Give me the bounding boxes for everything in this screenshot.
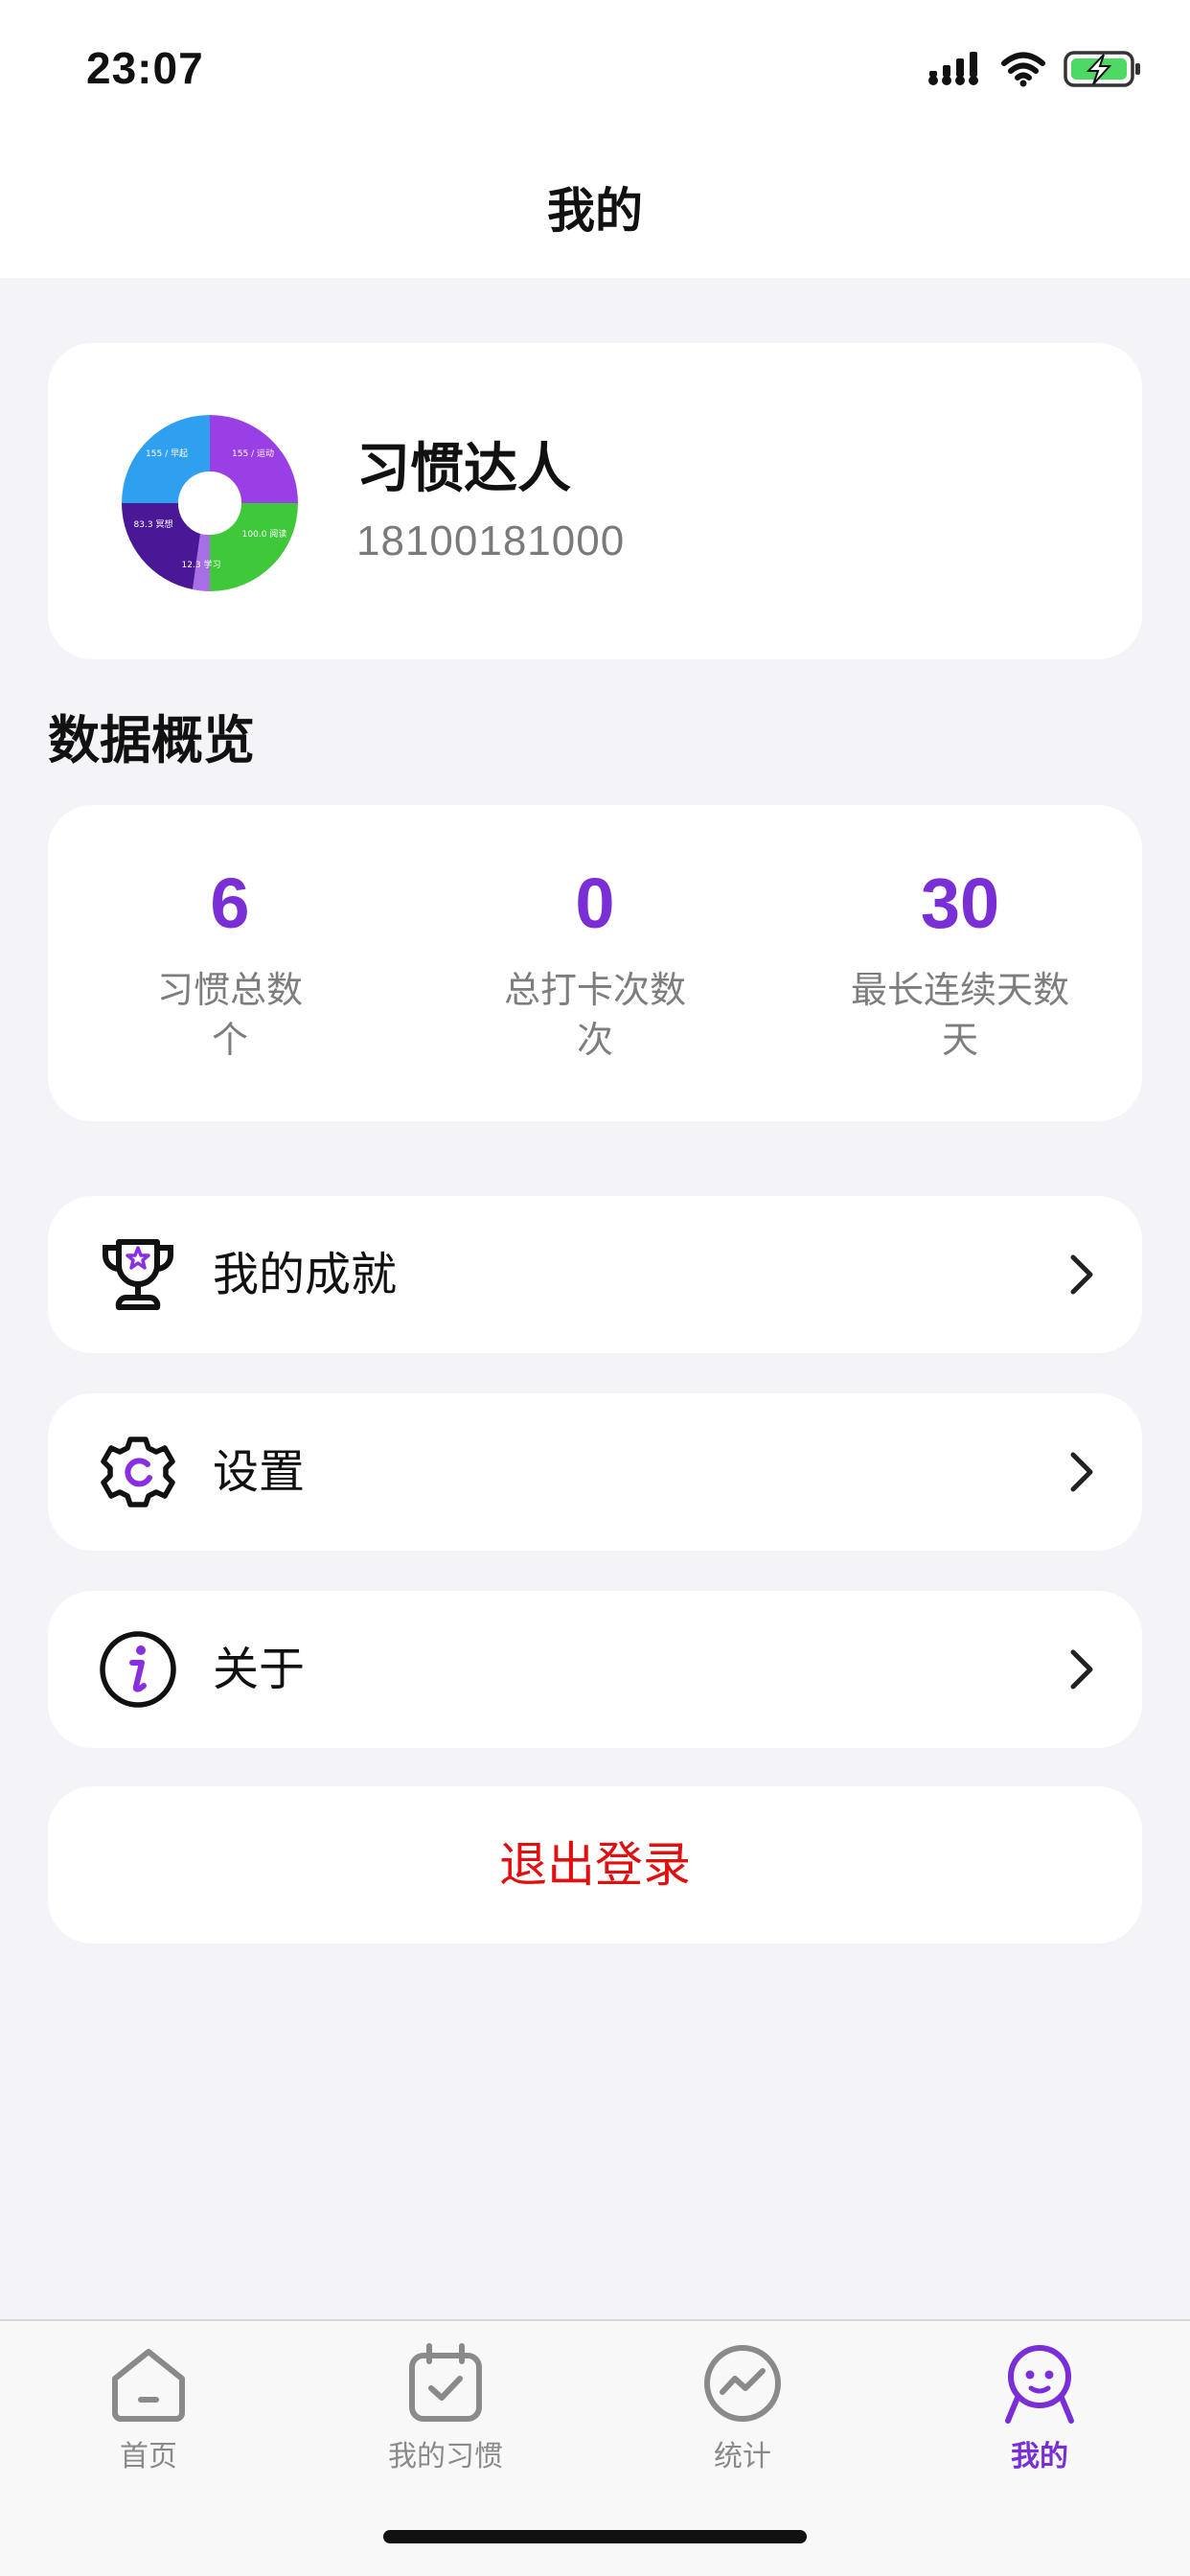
menu-item-settings[interactable]: 设置: [48, 1393, 1142, 1551]
tab-label: 统计: [714, 2440, 771, 2473]
profile-card[interactable]: 155 / 早起 155 / 运动 100.0 阅读 12.3 学习 83.3 …: [48, 343, 1142, 659]
chevron-right-icon: [1070, 1452, 1093, 1492]
avatar-label-2: 155 / 运动: [232, 448, 274, 459]
status-bar: 23:07: [0, 0, 1190, 144]
stat-label: 总打卡次数: [503, 969, 686, 1011]
menu-item-label: 设置: [213, 1445, 306, 1499]
stat-value: 0: [575, 863, 615, 943]
profile-icon: [1005, 2345, 1074, 2424]
menu-item-label: 关于: [213, 1643, 306, 1696]
tab-home[interactable]: 首页: [0, 2340, 297, 2474]
stat-label: 最长连续天数: [850, 969, 1069, 1011]
avatar-label-4: 12.3 学习: [182, 559, 221, 570]
stat-value: 6: [210, 863, 250, 943]
tab-my-habits[interactable]: 我的习惯: [297, 2340, 594, 2474]
home-indicator[interactable]: [383, 2530, 807, 2543]
wifi-icon: [1001, 52, 1045, 87]
calendar-check-icon: [409, 2343, 482, 2422]
avatar-label-3: 100.0 阅读: [242, 528, 287, 540]
tab-profile[interactable]: 我的: [891, 2340, 1188, 2474]
chart-icon: [704, 2345, 781, 2422]
stat-habit-count: 6 习惯总数 个: [48, 805, 412, 1065]
info-icon: [100, 1631, 176, 1708]
chevron-right-icon: [1070, 1649, 1093, 1690]
overview-title: 数据概览: [48, 710, 255, 770]
tab-statistics[interactable]: 统计: [594, 2340, 891, 2474]
menu-item-achievements[interactable]: 我的成就: [48, 1196, 1142, 1353]
user-name: 习惯达人: [356, 438, 571, 500]
stat-longest-streak: 30 最长连续天数 天: [778, 805, 1142, 1065]
tab-label: 我的: [1011, 2440, 1068, 2473]
stat-unit: 天: [941, 1019, 978, 1061]
trophy-icon: [103, 1239, 173, 1310]
signal-icon: [928, 52, 978, 85]
avatar-label-5: 83.3 冥想: [134, 518, 173, 530]
status-time: 23:07: [86, 43, 204, 93]
chevron-right-icon: [1070, 1254, 1093, 1295]
battery-charging-icon: [1064, 51, 1140, 87]
user-phone: 18100181000: [356, 518, 626, 564]
logout-label: 退出登录: [499, 1837, 691, 1893]
stat-unit: 次: [576, 1019, 613, 1061]
avatar-label-1: 155 / 早起: [146, 448, 188, 459]
tab-label: 我的习惯: [388, 2440, 503, 2473]
menu-item-label: 我的成就: [213, 1248, 398, 1301]
stat-value: 30: [920, 863, 1000, 943]
menu-item-about[interactable]: 关于: [48, 1591, 1142, 1748]
gear-icon: [101, 1437, 175, 1507]
avatar[interactable]: 155 / 早起 155 / 运动 100.0 阅读 12.3 学习 83.3 …: [121, 414, 299, 592]
stat-label: 习惯总数: [156, 969, 303, 1011]
stat-checkin-count: 0 总打卡次数 次: [413, 805, 777, 1065]
logout-button[interactable]: 退出登录: [48, 1786, 1142, 1944]
nav-header: 我的: [0, 144, 1190, 278]
home-icon: [112, 2349, 185, 2422]
tab-label: 首页: [120, 2440, 177, 2473]
page-title: 我的: [547, 183, 643, 239]
stat-unit: 个: [211, 1019, 248, 1061]
stats-card: 6 习惯总数 个 0 总打卡次数 次 30 最长连续天数 天: [48, 805, 1142, 1121]
status-icons: [927, 50, 1142, 88]
